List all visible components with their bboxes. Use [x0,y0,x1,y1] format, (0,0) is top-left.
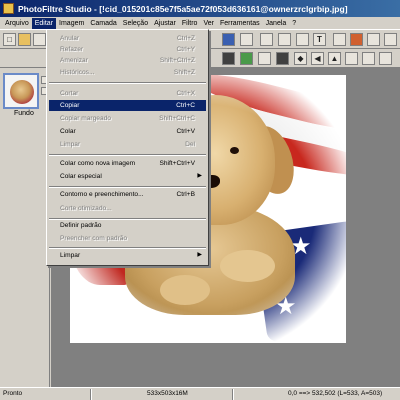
flip-horizontal-icon[interactable]: ◀ [311,52,324,65]
menu-item-limpar-submenu[interactable]: Limpar ▶ [49,250,206,261]
menu-help[interactable]: ? [289,18,299,29]
edit-menu-dropdown: Anular Ctrl+Z Refazer Ctrl+Y Amenizar Shift… [46,29,209,266]
menu-filtro[interactable]: Filtro [179,18,201,29]
status-state: Pronto [3,390,23,397]
menu-item-label: Preencher com padrão [60,235,128,242]
grayscale-icon[interactable] [222,52,235,65]
menu-ver[interactable]: Ver [200,18,217,29]
menu-separator [49,82,206,84]
menu-item-label: Limpar [60,252,81,259]
status-divider [232,389,234,400]
menu-item-shortcut: Ctrl+Y [176,46,195,53]
menu-imagem[interactable]: Imagem [56,18,87,29]
menu-item-cortar[interactable]: Cortar Ctrl+X [49,88,206,99]
menu-item-amenizar[interactable]: Amenizar Shift+Ctrl+Z [49,55,206,66]
open-folder-icon[interactable] [18,33,31,46]
menu-item-shortcut: Shift+Ctrl+Z [159,57,195,64]
save-icon[interactable] [33,33,46,46]
menu-item-shortcut: Ctrl+C [176,102,195,109]
menu-item-shortcut: Shift+Z [173,69,195,76]
effects-icon[interactable] [333,33,346,46]
menu-item-label: Refazer [60,46,84,53]
text-tool-icon[interactable]: T [313,33,326,46]
window-icon[interactable] [367,33,380,46]
new-file-icon[interactable]: □ [3,33,16,46]
menu-item-label: Contorno e preenchimento... [60,191,144,198]
flip-vertical-icon[interactable]: ▲ [328,52,341,65]
transform-icon[interactable] [296,33,309,46]
menu-item-colar-especial[interactable]: Colar especial ▶ [49,171,206,182]
layer-name: Fundo [14,110,34,117]
layer-thumbnail[interactable] [3,73,39,109]
window-title: PhotoFiltre Studio - [!cid_015201c85e7f5… [18,3,348,14]
menu-item-limpar[interactable]: Limpar Del [49,139,206,150]
menu-item-corte-otimizado[interactable]: Corte otimizado... [49,203,206,214]
menu-editar[interactable]: Editar [31,17,57,29]
rotate-right-icon[interactable] [362,52,375,65]
blur-icon[interactable] [276,52,289,65]
zoom-icon[interactable] [379,52,392,65]
menu-item-shortcut: Ctrl+Z [176,35,195,42]
canvas-size-icon[interactable] [260,33,273,46]
crop-icon[interactable] [278,33,291,46]
menu-item-colar[interactable]: Colar Ctrl+V [49,126,206,137]
menu-item-anular[interactable]: Anular Ctrl+Z [49,33,206,44]
submenu-arrow-icon: ▶ [197,252,202,258]
menu-item-preencher-padrao[interactable]: Preencher com padrão [49,233,206,244]
menu-item-shortcut: Shift+Ctrl+V [159,160,195,167]
menu-item-label: Colar especial [60,173,102,180]
menu-item-shortcut: Del [185,141,195,148]
menu-item-label: Colar como nova imagem [60,160,136,167]
menu-item-refazer[interactable]: Refazer Ctrl+Y [49,44,206,55]
menu-selecao[interactable]: Seleção [120,18,151,29]
submenu-arrow-icon: ▶ [197,173,202,179]
status-bar: Pronto 533x503x16M 0,0 ==> 532,502 (L=53… [0,387,400,400]
menu-item-contorno[interactable]: Contorno e preenchimento... Ctrl+B [49,189,206,200]
menu-item-label: Copiar [60,102,80,109]
menu-item-label: Copiar margeado [60,115,111,122]
menu-item-shortcut: Ctrl+V [176,128,195,135]
menu-item-shortcut: Ctrl+B [176,191,195,198]
menu-item-label: Definir padrão [60,222,102,229]
plugin-icon[interactable] [350,33,363,46]
menu-item-label: Colar [60,128,76,135]
menu-item-shortcut: Ctrl+X [176,90,195,97]
menu-item-label: Corte otimizado... [60,205,112,212]
menu-ferramentas[interactable]: Ferramentas [217,18,263,29]
thumbnail-image [10,80,34,104]
menu-janela[interactable]: Janela [263,18,290,29]
menu-separator [49,186,206,188]
menu-item-copiar[interactable]: Copiar Ctrl+C [49,100,206,111]
menu-item-colar-nova-imagem[interactable]: Colar como nova imagem Shift+Ctrl+V [49,158,206,169]
menu-item-label: Amenizar [60,57,88,64]
rotate-left-icon[interactable] [345,52,358,65]
menu-item-historicos[interactable]: Históricos... Shift+Z [49,67,206,78]
title-bar: PhotoFiltre Studio - [!cid_015201c85e7f5… [0,0,400,17]
color-picker-icon[interactable] [222,33,235,46]
menu-separator [49,154,206,156]
menu-camada[interactable]: Camada [87,18,119,29]
layers-panel: Fundo [0,68,50,387]
menu-item-label: Limpar [60,141,81,148]
status-dimensions: 533x503x16M [147,390,188,397]
menu-item-definir-padrao[interactable]: Definir padrão [49,220,206,231]
menu-bar: Arquivo Editar Imagem Camada Seleção Aju… [0,17,400,29]
settings-icon[interactable] [384,33,397,46]
app-icon [3,3,14,14]
menu-item-label: Cortar [60,90,79,97]
adjust-icon[interactable] [240,52,253,65]
sharpen-icon[interactable] [258,52,271,65]
diamond-icon[interactable]: ◆ [294,52,307,65]
menu-item-copiar-margeado[interactable]: Copiar margeado Shift+Ctrl+C [49,113,206,124]
menu-arquivo[interactable]: Arquivo [2,18,32,29]
menu-ajustar[interactable]: Ajustar [151,18,179,29]
menu-item-label: Históricos... [60,69,95,76]
status-divider [90,389,92,400]
menu-separator [49,247,206,249]
menu-item-label: Anular [60,35,80,42]
resize-icon[interactable] [240,33,253,46]
menu-item-shortcut: Shift+Ctrl+C [159,115,195,122]
status-coords: 0,0 ==> 532,502 (L=533, A=503) [288,390,383,397]
